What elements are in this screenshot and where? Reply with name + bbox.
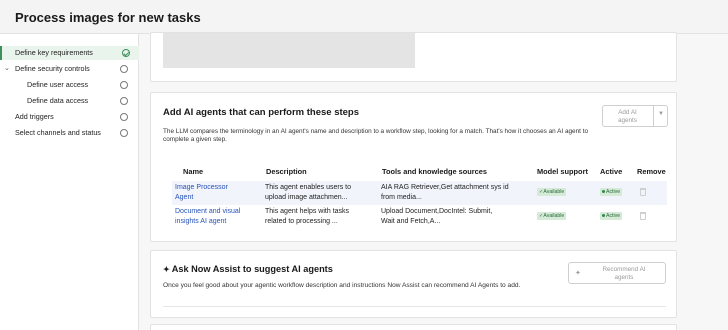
next-section-card — [150, 324, 677, 330]
sidebar: Define key requirements ⌄ Define securit… — [0, 34, 139, 330]
status-circle-icon — [120, 81, 128, 89]
sidebar-item-label: Define security controls — [15, 64, 90, 73]
sparkle-icon: ✦ — [163, 265, 170, 274]
status-circle-icon — [120, 65, 128, 73]
status-circle-icon — [120, 97, 128, 105]
active-dot-icon — [602, 190, 605, 194]
sidebar-item-label: Define user access — [27, 80, 89, 89]
active-text: Active — [606, 213, 621, 219]
sidebar-item-label: Define key requirements — [15, 48, 93, 57]
trash-icon[interactable] — [640, 212, 646, 220]
main-content: Add AI agents that can perform these ste… — [139, 32, 728, 330]
section-description: The LLM compares the terminology in an A… — [163, 128, 589, 144]
table-row: Image Processor Agent This agent enables… — [172, 181, 667, 205]
agent-description: This agent enables users to upload image… — [265, 184, 351, 201]
sidebar-item-define-data-access[interactable]: Define data access — [0, 94, 139, 108]
suggest-description: Once you feel good about your agentic wo… — [163, 282, 521, 289]
model-support-text: Available — [543, 189, 565, 195]
page-title: Process images for new tasks — [15, 10, 201, 25]
page-header: Process images for new tasks — [0, 0, 728, 34]
model-support-badge: ✓Available — [537, 188, 567, 196]
table-row: Document and visual insights AI agent Th… — [172, 205, 667, 229]
column-header-remove: Remove — [637, 167, 666, 176]
active-badge: Active — [600, 188, 623, 196]
model-support-text: Available — [543, 213, 565, 219]
column-header-model-support[interactable]: Model support — [537, 167, 588, 176]
status-circle-icon — [120, 129, 128, 137]
divider — [163, 306, 666, 307]
sidebar-item-add-triggers[interactable]: Add triggers — [0, 110, 139, 124]
sidebar-item-define-key-requirements[interactable]: Define key requirements — [0, 46, 139, 60]
sidebar-item-define-user-access[interactable]: Define user access — [0, 78, 139, 92]
check-circle-icon — [122, 49, 130, 57]
column-header-description[interactable]: Description — [266, 167, 307, 176]
sidebar-item-label: Add triggers — [15, 112, 54, 121]
column-header-name[interactable]: Name — [183, 167, 203, 176]
column-header-active[interactable]: Active — [600, 167, 622, 176]
chevron-down-icon[interactable]: ▼ — [658, 111, 664, 117]
active-badge: Active — [600, 212, 623, 220]
agent-description: This agent helps with tasks related to p… — [265, 208, 350, 225]
sidebar-item-label: Define data access — [27, 96, 89, 105]
recommend-button-label: Recommend AI agents — [602, 266, 646, 281]
recommend-ai-agents-button[interactable]: ✦ Recommend AI agents — [568, 262, 666, 284]
sidebar-item-define-security-controls[interactable]: ⌄ Define security controls — [0, 62, 139, 76]
agent-name-link[interactable]: Document and visual insights AI agent — [175, 207, 255, 226]
previous-section-card — [150, 32, 677, 82]
add-ai-agents-button[interactable]: Add AI agents ▼ — [602, 105, 668, 127]
trash-icon[interactable] — [640, 188, 646, 196]
sidebar-item-select-channels-and-status[interactable]: Select channels and status — [0, 126, 139, 140]
suggest-agents-card: ✦ Ask Now Assist to suggest AI agents Onc… — [150, 250, 677, 318]
suggest-title: ✦ Ask Now Assist to suggest AI agents — [163, 264, 333, 274]
ai-agents-card: Add AI agents that can perform these ste… — [150, 92, 677, 242]
image-placeholder — [163, 33, 415, 68]
active-dot-icon — [602, 214, 605, 218]
sidebar-item-label: Select channels and status — [15, 128, 101, 137]
agent-tools: Upload Document,DocIntel: Submit, Wait a… — [381, 208, 493, 225]
section-title: Add AI agents that can perform these ste… — [163, 107, 360, 118]
active-text: Active — [606, 189, 621, 195]
button-divider — [653, 106, 654, 126]
chevron-down-icon[interactable]: ⌄ — [4, 62, 10, 76]
status-circle-icon — [120, 113, 128, 121]
column-header-tools[interactable]: Tools and knowledge sources — [382, 167, 487, 176]
suggest-title-text: Ask Now Assist to suggest AI agents — [171, 264, 333, 274]
sparkle-icon: ✦ — [575, 270, 581, 277]
agent-name-link[interactable]: Image Processor Agent — [175, 183, 255, 202]
agent-tools: AIA RAG Retriever,Get attachment sys id … — [381, 184, 509, 201]
add-ai-agents-label: Add AI agents — [618, 109, 637, 124]
model-support-badge: ✓Available — [537, 212, 567, 220]
